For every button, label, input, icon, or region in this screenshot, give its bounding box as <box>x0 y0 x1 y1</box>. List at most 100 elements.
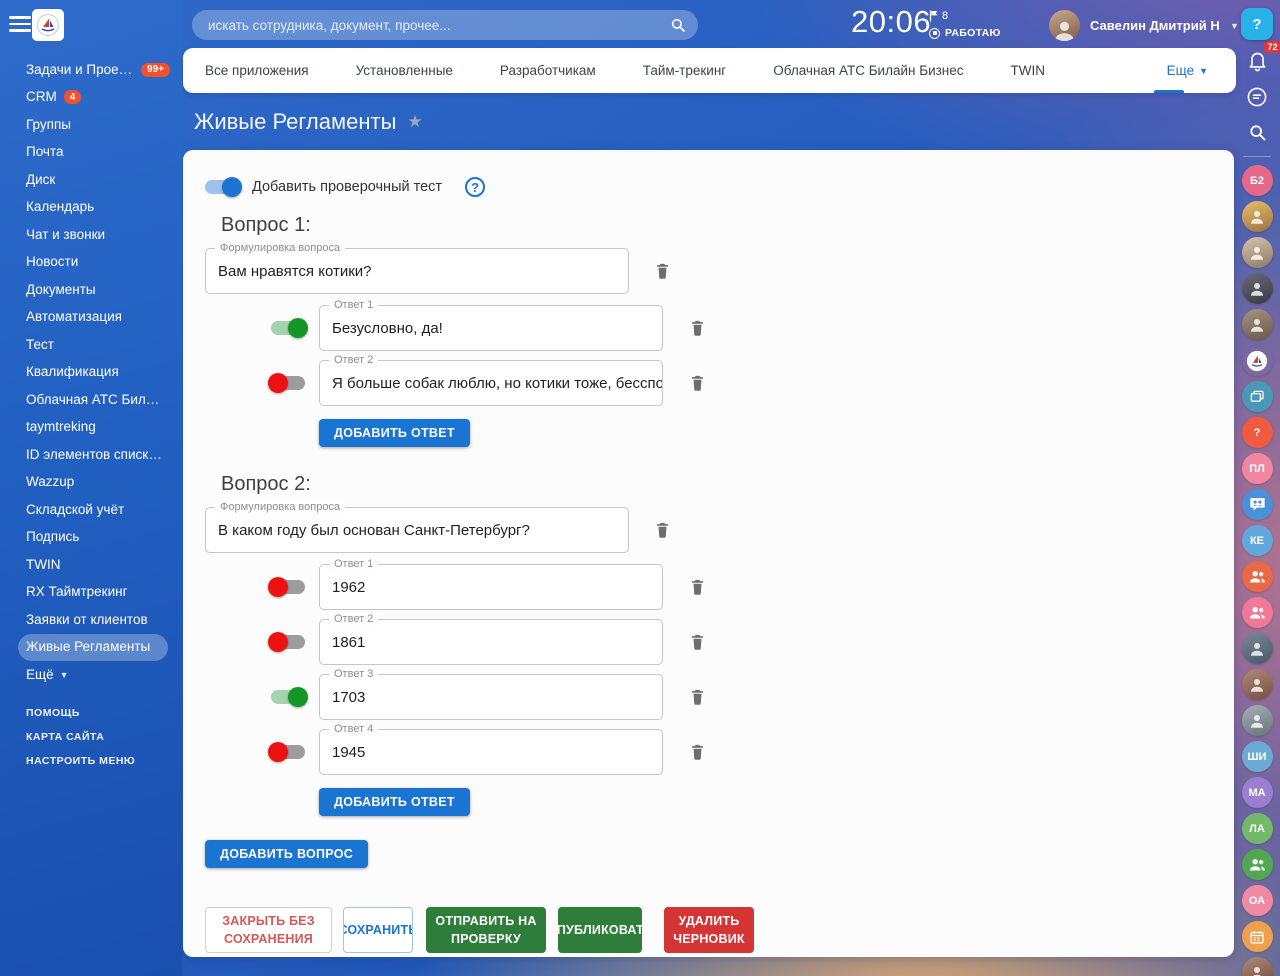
sidebar-item[interactable]: ID элементов списка из ... <box>0 441 182 469</box>
sidebar-item[interactable]: Тест <box>0 331 182 359</box>
apps-tab[interactable]: Разработчикам <box>500 63 596 78</box>
clock[interactable]: 20:06 <box>851 4 931 40</box>
answer-toggle[interactable] <box>271 690 305 704</box>
answer-input[interactable]: Ответ 41945 <box>319 729 663 775</box>
rail-avatar[interactable]: КЕ <box>1242 525 1273 556</box>
sidebar-footer-link[interactable]: КАРТА САЙТА <box>0 725 182 749</box>
sidebar-footer-link[interactable]: НАСТРОИТЬ МЕНЮ <box>0 749 182 773</box>
delete-icon[interactable] <box>685 315 709 341</box>
question-input[interactable]: Формулировка вопросаВ каком году был осн… <box>205 507 629 553</box>
sidebar-item[interactable]: Квалификация <box>0 359 182 387</box>
answer-input[interactable]: Ответ 31703 <box>319 674 663 720</box>
sidebar-item[interactable]: Подпись <box>0 524 182 552</box>
more-tab[interactable]: Еще ▼ <box>1167 48 1208 93</box>
search-icon[interactable] <box>1242 117 1273 148</box>
rail-avatar[interactable]: ШИ <box>1242 741 1273 772</box>
add-question-button[interactable]: ДОБАВИТЬ ВОПРОС <box>205 840 368 868</box>
delete-icon[interactable] <box>650 258 674 284</box>
delete-draft-button[interactable]: УДАЛИТЬ ЧЕРНОВИК <box>664 907 754 953</box>
notifications-bell-icon[interactable]: 72 <box>1242 45 1273 76</box>
menu-hamburger-icon[interactable] <box>9 16 31 36</box>
sidebar-item[interactable]: CRM4 <box>0 84 182 112</box>
favorite-star-icon[interactable]: ★ <box>407 112 422 132</box>
apps-tab[interactable]: Установленные <box>356 63 453 78</box>
group-avatar[interactable] <box>1242 597 1273 628</box>
sidebar-item[interactable]: Wazzup <box>0 469 182 497</box>
answer-input[interactable]: Ответ 21861 <box>319 619 663 665</box>
user-menu[interactable]: Савелин Дмитрий Н... ▼ <box>1049 10 1239 41</box>
answer-toggle[interactable] <box>271 635 305 649</box>
add-test-toggle[interactable] <box>205 180 239 194</box>
save-button[interactable]: СОХРАНИТЬ <box>343 907 413 953</box>
rail-avatar[interactable] <box>1242 957 1273 976</box>
sidebar-item[interactable]: Автоматизация <box>0 304 182 332</box>
rail-avatar[interactable]: ПЛ <box>1242 453 1273 484</box>
rail-logo-avatar[interactable] <box>1242 345 1273 376</box>
sidebar-item[interactable]: Живые Регламенты <box>18 634 168 662</box>
search-icon[interactable] <box>669 16 687 34</box>
answer-input[interactable]: Ответ 1Безусловно, да! <box>319 305 663 351</box>
rail-avatar[interactable] <box>1242 201 1273 232</box>
work-status[interactable]: РАБОТАЮ <box>929 27 1001 39</box>
rail-avatar[interactable] <box>1242 309 1273 340</box>
delete-icon[interactable] <box>650 517 674 543</box>
sidebar-item[interactable]: Новости <box>0 249 182 277</box>
apps-tab[interactable]: Тайм-трекинг <box>643 63 727 78</box>
answer-toggle[interactable] <box>271 745 305 759</box>
sidebar-item[interactable]: Документы <box>0 276 182 304</box>
close-without-saving-button[interactable]: ЗАКРЫТЬ БЕЗ СОХРАНЕНИЯ <box>205 907 332 953</box>
rail-avatar[interactable]: ЛА <box>1242 813 1273 844</box>
answer-input[interactable]: Ответ 11962 <box>319 564 663 610</box>
rail-avatar[interactable]: ОА <box>1242 885 1273 916</box>
sidebar-item[interactable]: Диск <box>0 166 182 194</box>
rail-avatar[interactable] <box>1242 273 1273 304</box>
sidebar-item[interactable]: Календарь <box>0 194 182 222</box>
add-answer-button[interactable]: ДОБАВИТЬ ОТВЕТ <box>319 419 470 447</box>
publish-button[interactable]: ОПУБЛИКОВАТЬ <box>558 907 642 953</box>
apps-tab[interactable]: Облачная АТС Билайн Бизнес <box>773 63 963 78</box>
rail-avatar[interactable] <box>1242 705 1273 736</box>
rail-avatar[interactable]: МА <box>1242 777 1273 808</box>
company-logo[interactable] <box>32 9 64 41</box>
answer-toggle[interactable] <box>271 321 305 335</box>
delete-icon[interactable] <box>685 684 709 710</box>
delete-icon[interactable] <box>685 574 709 600</box>
sidebar-item[interactable]: Задачи и Проекты99+ <box>0 56 182 84</box>
sidebar-item[interactable]: Заявки от клиентов <box>0 606 182 634</box>
sidebar-item[interactable]: Облачная АТС Билайн Б... <box>0 386 182 414</box>
calendar-app-icon[interactable] <box>1242 921 1273 952</box>
sidebar-item[interactable]: RX Таймтрекинг <box>0 579 182 607</box>
rail-avatar[interactable] <box>1242 237 1273 268</box>
apps-tab[interactable]: Все приложения <box>205 63 309 78</box>
gallery-app-icon[interactable] <box>1242 381 1273 412</box>
answer-toggle[interactable] <box>271 376 305 390</box>
add-answer-button[interactable]: ДОБАВИТЬ ОТВЕТ <box>319 788 470 816</box>
rail-avatar[interactable] <box>1242 669 1273 700</box>
sidebar-item[interactable]: Чат и звонки <box>0 221 182 249</box>
messenger-icon[interactable] <box>1242 81 1273 112</box>
question-app-icon[interactable]: ? <box>1242 417 1273 448</box>
question-input[interactable]: Формулировка вопросаВам нравятся котики? <box>205 248 629 294</box>
help-icon[interactable]: ? <box>465 177 485 197</box>
sidebar-item[interactable]: TWIN <box>0 551 182 579</box>
sidebar-item[interactable]: taymtreking <box>0 414 182 442</box>
answer-input[interactable]: Ответ 2Я больше собак люблю, но котики т… <box>319 360 663 406</box>
chat-app-icon[interactable] <box>1242 489 1273 520</box>
apps-tab[interactable]: TWIN <box>1011 63 1046 78</box>
group-avatar[interactable] <box>1242 849 1273 880</box>
delete-icon[interactable] <box>685 739 709 765</box>
sidebar-footer-link[interactable]: ПОМОЩЬ <box>0 701 182 725</box>
search-input[interactable] <box>192 10 698 40</box>
group-avatar[interactable] <box>1242 561 1273 592</box>
send-for-review-button[interactable]: ОТПРАВИТЬ НА ПРОВЕРКУ <box>426 907 546 953</box>
delete-icon[interactable] <box>685 370 709 396</box>
sidebar-item[interactable]: Ещё▼ <box>0 661 182 689</box>
rail-avatar[interactable]: Б2 <box>1242 165 1273 196</box>
rail-avatar[interactable] <box>1242 633 1273 664</box>
flag-counter[interactable]: 8 <box>929 9 1001 22</box>
sidebar-item[interactable]: Складской учёт <box>0 496 182 524</box>
sidebar-item[interactable]: Почта <box>0 139 182 167</box>
help-button[interactable]: ? <box>1241 8 1273 40</box>
delete-icon[interactable] <box>685 629 709 655</box>
sidebar-item[interactable]: Группы <box>0 111 182 139</box>
